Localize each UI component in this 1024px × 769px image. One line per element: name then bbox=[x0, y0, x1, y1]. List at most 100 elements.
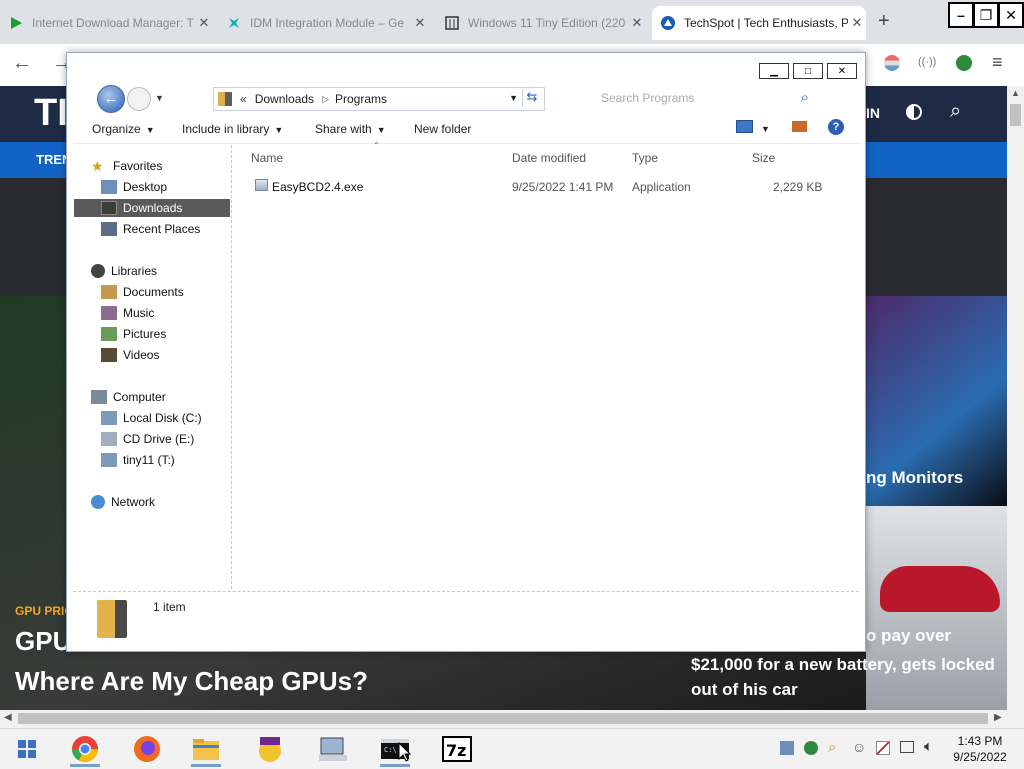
start-button[interactable] bbox=[10, 733, 44, 765]
column-type[interactable]: Type bbox=[632, 151, 658, 165]
nav-music[interactable]: Music bbox=[101, 304, 154, 322]
sign-in-link[interactable]: IN bbox=[866, 105, 880, 121]
include-in-library-button[interactable]: Include in library ▼ bbox=[182, 122, 283, 136]
view-dropdown-icon[interactable]: ▼ bbox=[761, 124, 770, 134]
column-size[interactable]: Size bbox=[752, 151, 775, 165]
red-car-shape bbox=[880, 566, 1000, 612]
back-button[interactable]: ← bbox=[97, 85, 125, 113]
explorer-maximize-button[interactable]: □ bbox=[793, 63, 823, 79]
car-headline-fragment[interactable]: o pay over bbox=[866, 626, 951, 646]
menu-icon[interactable]: ≡ bbox=[992, 52, 1003, 73]
close-icon[interactable]: ✕ bbox=[628, 15, 646, 31]
refresh-icon[interactable]: ⇆ bbox=[522, 89, 541, 107]
close-button[interactable]: ✕ bbox=[998, 2, 1024, 28]
nav-cd-drive[interactable]: CD Drive (E:) bbox=[101, 430, 194, 448]
column-name[interactable]: Name bbox=[251, 151, 283, 165]
nav-pictures[interactable]: Pictures bbox=[101, 325, 166, 343]
search-icon[interactable]: ⌕ bbox=[950, 100, 961, 123]
gpu-category-badge[interactable]: GPU PRIC bbox=[15, 604, 73, 618]
extension-icon[interactable]: ((·)) bbox=[918, 56, 936, 68]
nav-recent-places[interactable]: Recent Places bbox=[101, 220, 200, 238]
site-logo[interactable]: TI bbox=[34, 92, 68, 135]
extension-flag-icon[interactable] bbox=[884, 55, 900, 71]
close-icon[interactable]: ✕ bbox=[195, 15, 213, 31]
yahoo-messenger-taskbar-button[interactable] bbox=[253, 733, 287, 765]
address-bar[interactable]: « Downloads ▷ Programs ▼ ⇆ bbox=[213, 87, 545, 111]
nav-documents[interactable]: Documents bbox=[101, 283, 184, 301]
search-tray-icon[interactable]: ⌕ bbox=[828, 739, 836, 756]
idm-extension-icon[interactable] bbox=[956, 55, 972, 71]
network-icon[interactable] bbox=[900, 741, 914, 753]
recent-pages-dropdown-icon[interactable]: ▼ bbox=[155, 93, 164, 103]
nav-computer[interactable]: Computer bbox=[91, 388, 166, 406]
nav-local-disk[interactable]: Local Disk (C:) bbox=[101, 409, 202, 427]
monitors-headline[interactable]: ng Monitors bbox=[866, 468, 963, 488]
folder-icon bbox=[218, 92, 232, 106]
chrome-taskbar-button[interactable] bbox=[68, 733, 102, 767]
address-dropdown-icon[interactable]: ▼ bbox=[509, 93, 518, 103]
help-icon[interactable]: ? bbox=[828, 119, 844, 135]
explorer-close-button[interactable]: ✕ bbox=[827, 63, 857, 79]
back-arrow-icon[interactable]: ← bbox=[12, 52, 32, 75]
search-input[interactable]: Search Programs bbox=[601, 91, 694, 105]
column-date[interactable]: Date modified bbox=[512, 151, 586, 165]
share-with-button[interactable]: Share with ▼ bbox=[315, 122, 386, 136]
svg-text:7z: 7z bbox=[446, 741, 466, 760]
close-icon[interactable]: ✕ bbox=[411, 15, 429, 31]
search-icon[interactable]: ⌕ bbox=[801, 89, 809, 106]
breadcrumb-overflow[interactable]: « bbox=[240, 92, 247, 106]
svg-text:C:\: C:\ bbox=[384, 746, 397, 754]
music-icon bbox=[101, 306, 117, 320]
table-row[interactable]: EasyBCD2.4.exe 9/25/2022 1:41 PM Applica… bbox=[233, 173, 859, 195]
nav-favorites[interactable]: ★ Favorites bbox=[91, 157, 162, 175]
nav-desktop[interactable]: Desktop bbox=[101, 178, 167, 196]
tab-idm-module[interactable]: IDM Integration Module – Ge ✕ bbox=[226, 6, 429, 40]
breadcrumb-downloads[interactable]: Downloads bbox=[255, 92, 314, 106]
minimize-button[interactable]: – bbox=[948, 2, 974, 28]
recent-places-icon bbox=[101, 222, 117, 236]
nav-network[interactable]: Network bbox=[91, 493, 155, 511]
gpu-headline[interactable]: Where Are My Cheap GPUs? bbox=[15, 666, 368, 697]
tab-windows11-tiny[interactable]: Windows 11 Tiny Edition (220 ✕ bbox=[444, 6, 646, 40]
new-tab-button[interactable]: + bbox=[878, 10, 890, 33]
techspot-icon bbox=[660, 15, 676, 31]
chevron-right-icon[interactable]: ▷ bbox=[322, 94, 329, 105]
forward-button[interactable] bbox=[127, 87, 151, 111]
tab-idm[interactable]: Internet Download Manager: T ✕ bbox=[8, 6, 213, 40]
flag-icon[interactable] bbox=[876, 741, 890, 755]
gpu-headline-top[interactable]: GPU bbox=[15, 626, 71, 657]
nav-downloads[interactable]: Downloads bbox=[74, 199, 230, 217]
file-explorer-taskbar-button[interactable] bbox=[189, 733, 223, 767]
new-folder-button[interactable]: New folder bbox=[414, 122, 471, 136]
firefox-taskbar-button[interactable] bbox=[130, 733, 164, 765]
car-headline[interactable]: $21,000 for a new battery, gets locked o… bbox=[691, 652, 1001, 702]
change-view-icon[interactable] bbox=[736, 120, 753, 133]
page-horizontal-scrollbar[interactable]: ◀ ▶ bbox=[0, 710, 1024, 727]
tab-techspot[interactable]: TechSpot | Tech Enthusiasts, P ✕ bbox=[652, 6, 866, 40]
scrollbar-thumb[interactable] bbox=[1010, 104, 1021, 126]
nav-libraries[interactable]: Libraries bbox=[91, 262, 157, 280]
item-count: 1 item bbox=[153, 600, 186, 614]
page-vertical-scrollbar[interactable]: ▲ bbox=[1007, 86, 1024, 710]
nav-tiny11[interactable]: tiny11 (T:) bbox=[101, 451, 175, 469]
computer-taskbar-button[interactable] bbox=[316, 733, 350, 765]
close-icon[interactable]: ✕ bbox=[848, 15, 866, 31]
file-date: 9/25/2022 1:41 PM bbox=[512, 180, 614, 194]
explorer-minimize-button[interactable]: ▁ bbox=[759, 63, 789, 79]
tab-title: IDM Integration Module – Ge bbox=[250, 16, 405, 30]
clock[interactable]: 1:43 PM 9/25/2022 bbox=[948, 733, 1012, 765]
contrast-icon[interactable] bbox=[906, 104, 922, 120]
maximize-button[interactable]: ❐ bbox=[973, 2, 999, 28]
search-box[interactable]: Search Programs ⌕ bbox=[589, 87, 837, 109]
organize-button[interactable]: Organize ▼ bbox=[92, 122, 155, 136]
nav-videos[interactable]: Videos bbox=[101, 346, 159, 364]
messenger-tray-icon[interactable]: ☺ bbox=[852, 739, 866, 755]
folder-icon bbox=[97, 600, 127, 638]
7zip-taskbar-button[interactable]: 7z bbox=[440, 733, 474, 765]
breadcrumb-programs[interactable]: Programs bbox=[335, 92, 387, 106]
tray-app-icon[interactable] bbox=[780, 741, 794, 755]
scrollbar-thumb[interactable] bbox=[18, 713, 988, 724]
idm-tray-icon[interactable] bbox=[804, 741, 818, 755]
volume-icon[interactable]: 🔈︎ bbox=[924, 738, 933, 755]
preview-pane-icon[interactable] bbox=[792, 121, 807, 132]
